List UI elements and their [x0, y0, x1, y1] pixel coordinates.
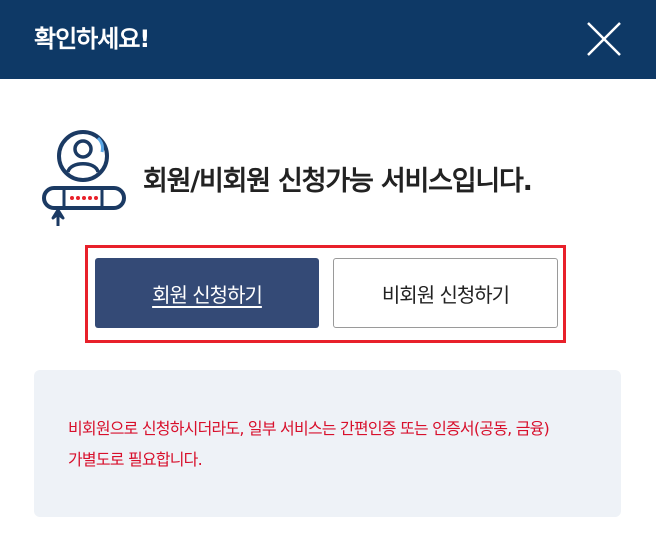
close-icon — [587, 22, 621, 56]
dialog-title: 확인하세요! — [34, 25, 150, 53]
member-login-icon — [38, 128, 128, 228]
notice-box: 비회원으로 신청하시더라도, 일부 서비스는 간편인증 또는 인증서(공동, 금… — [34, 370, 621, 517]
notice-line-1: 비회원으로 신청하시더라도, 일부 서비스는 간편인증 또는 인증서(공동, 금… — [68, 419, 550, 438]
member-apply-label: 회원 신청하기 — [152, 282, 263, 307]
guest-apply-label: 비회원 신청하기 — [381, 282, 510, 307]
dialog-header: 확인하세요! — [0, 0, 656, 79]
close-button[interactable] — [580, 15, 630, 65]
guest-apply-button[interactable]: 비회원 신청하기 — [333, 258, 558, 328]
notice-line-2: 가별도로 필요합니다. — [68, 450, 203, 469]
notice-text: 비회원으로 신청하시더라도, 일부 서비스는 간편인증 또는 인증서(공동, 금… — [68, 413, 608, 475]
member-apply-button[interactable]: 회원 신청하기 — [95, 258, 319, 328]
intro-message: 회원/비회원 신청가능 서비스입니다. — [143, 166, 533, 197]
